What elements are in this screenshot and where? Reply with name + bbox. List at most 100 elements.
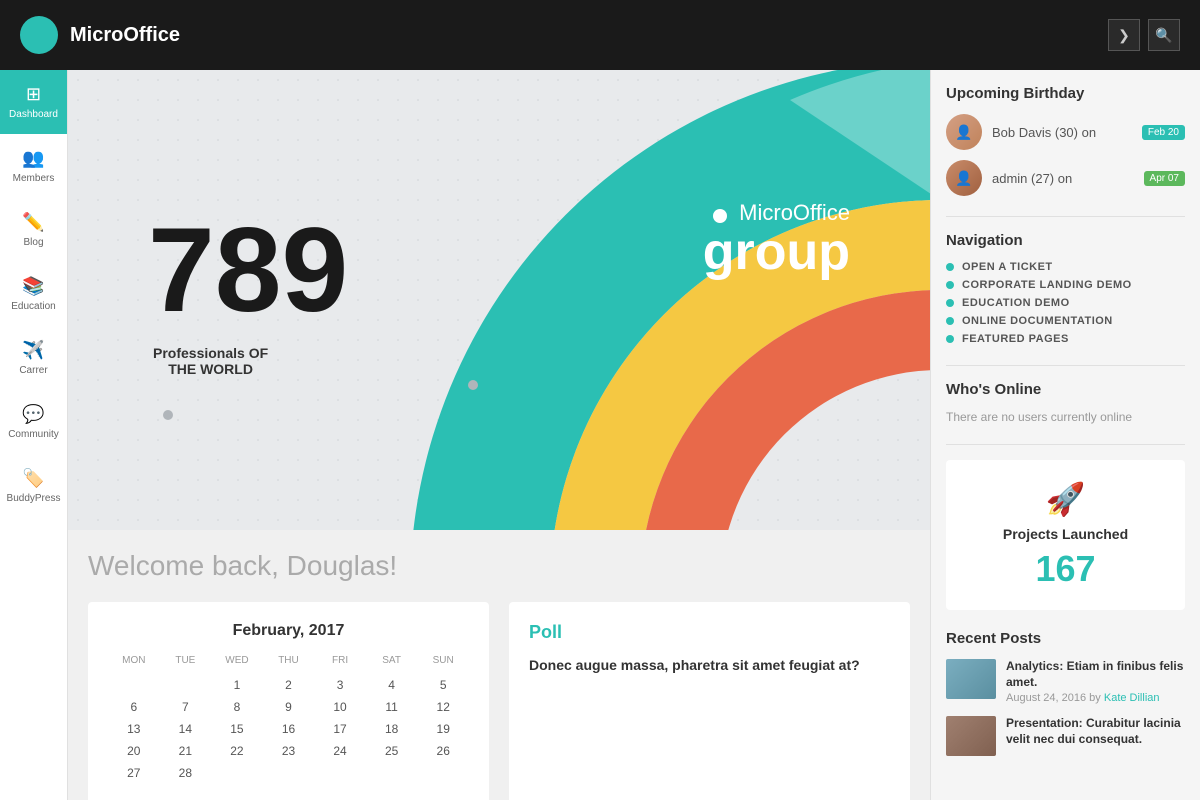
logo-text: MicroOffice (70, 24, 180, 47)
calendar-week-4: 20 21 22 23 24 25 26 (108, 740, 469, 762)
post-title-2: Presentation: Curabitur lacinia velit ne… (1006, 716, 1185, 747)
nav-label-5: FEATURED PAGES (962, 333, 1069, 345)
calendar-header: mon tue wed thu fri sat sun (108, 655, 469, 666)
birthday-avatar-1: 👤 (946, 114, 982, 150)
projects-number: 167 (966, 548, 1165, 590)
nav-dot-2 (946, 281, 954, 289)
cal-header-sun: sun (417, 655, 469, 666)
dashboard-icon: ⊞ (26, 84, 41, 105)
sidebar-item-education[interactable]: 📚 Education (0, 262, 67, 326)
birthday-avatar-2: 👤 (946, 160, 982, 196)
welcome-text: Welcome back, Douglas! (88, 550, 910, 582)
poll-question: Donec augue massa, pharetra sit amet feu… (529, 655, 890, 676)
buddypress-icon: 🏷️ (22, 468, 44, 489)
poll-card: Poll Donec augue massa, pharetra sit ame… (509, 602, 910, 800)
sidebar-item-members[interactable]: 👥 Members (0, 134, 67, 198)
forward-button[interactable]: ❯ (1108, 19, 1140, 51)
map-dot-2 (163, 410, 173, 420)
post-meta-1: August 24, 2016 by Kate Dillian (1006, 692, 1185, 704)
calendar-week-3: 13 14 15 16 17 18 19 (108, 718, 469, 740)
sidebar-item-carrer[interactable]: ✈️ Carrer (0, 326, 67, 390)
nav-link-education[interactable]: EDUCATION DEMO (946, 297, 1185, 309)
cal-header-fri: fri (314, 655, 366, 666)
nav-link-ticket[interactable]: OPEN A TICKET (946, 261, 1185, 273)
calendar-week-5: 27 28 - - - - - (108, 762, 469, 784)
hero-banner: 789 Professionals OF THE WORLD (68, 70, 930, 530)
birthday-badge-1: Feb 20 (1142, 125, 1185, 140)
search-button[interactable]: 🔍 (1148, 19, 1180, 51)
cal-header-sat: sat (366, 655, 418, 666)
brand-dot (713, 209, 727, 223)
calendar-week-1: - - 1 2 3 4 5 (108, 674, 469, 696)
calendar-card: February, 2017 mon tue wed thu fri sat s… (88, 602, 489, 800)
main-layout: ⊞ Dashboard 👥 Members ✏️ Blog 📚 Educatio… (0, 70, 1200, 800)
right-sidebar: Upcoming Birthday 👤 Bob Davis (30) on Fe… (930, 70, 1200, 800)
header: MicroOffice ❯ 🔍 (0, 0, 1200, 70)
recent-posts-title: Recent Posts (946, 630, 1185, 647)
divider-3 (946, 444, 1185, 445)
cards-row: February, 2017 mon tue wed thu fri sat s… (68, 602, 930, 800)
post-thumb-2 (946, 716, 996, 756)
sidebar-item-buddypress[interactable]: 🏷️ BuddyPress (0, 454, 67, 518)
recent-posts-section: Recent Posts Analytics: Etiam in finibus… (946, 630, 1185, 756)
community-icon: 💬 (22, 404, 44, 425)
nav-label-3: EDUCATION DEMO (962, 297, 1070, 309)
sidebar: ⊞ Dashboard 👥 Members ✏️ Blog 📚 Educatio… (0, 70, 68, 800)
birthday-name-2: admin (27) on (992, 171, 1072, 186)
online-section: Who's Online There are no users currentl… (946, 381, 1185, 424)
cal-header-tue: tue (160, 655, 212, 666)
radial-chart (410, 70, 930, 530)
nav-dot-4 (946, 317, 954, 325)
main-content: 789 Professionals OF THE WORLD (68, 70, 930, 800)
calendar-title: February, 2017 (108, 622, 469, 640)
members-icon: 👥 (22, 148, 44, 169)
welcome-section: Welcome back, Douglas! (68, 530, 930, 582)
navigation-title: Navigation (946, 232, 1185, 249)
birthday-item-2: 👤 admin (27) on Apr 07 (946, 160, 1185, 196)
nav-label-4: ONLINE DOCUMENTATION (962, 315, 1113, 327)
rocket-icon: 🚀 (966, 480, 1165, 518)
cal-header-mon: mon (108, 655, 160, 666)
birthday-title: Upcoming Birthday (946, 85, 1185, 102)
brand-label: MicroOffice group (703, 200, 850, 278)
nav-dot-3 (946, 299, 954, 307)
birthday-section: Upcoming Birthday 👤 Bob Davis (30) on Fe… (946, 85, 1185, 196)
nav-label-2: CORPORATE LANDING DEMO (962, 279, 1132, 291)
post-title-1: Analytics: Etiam in finibus felis amet. (1006, 659, 1185, 690)
nav-dot-5 (946, 335, 954, 343)
logo-area: MicroOffice (20, 16, 180, 54)
online-empty-text: There are no users currently online (946, 410, 1185, 424)
sidebar-item-blog[interactable]: ✏️ Blog (0, 198, 67, 262)
projects-label: Projects Launched (966, 526, 1165, 542)
nav-link-corporate[interactable]: CORPORATE LANDING DEMO (946, 279, 1185, 291)
calendar-week-2: 6 7 8 9 10 11 12 (108, 696, 469, 718)
logo-icon (20, 16, 58, 54)
map-dot-3 (468, 380, 478, 390)
cal-header-thu: thu (263, 655, 315, 666)
post-item-1[interactable]: Analytics: Etiam in finibus felis amet. … (946, 659, 1185, 704)
sidebar-item-dashboard[interactable]: ⊞ Dashboard (0, 70, 67, 134)
nav-dot-1 (946, 263, 954, 271)
birthday-badge-2: Apr 07 (1144, 171, 1185, 186)
navigation-section: Navigation OPEN A TICKET CORPORATE LANDI… (946, 232, 1185, 345)
nav-link-featured[interactable]: FEATURED PAGES (946, 333, 1185, 345)
cal-header-wed: wed (211, 655, 263, 666)
hero-big-number: 789 (148, 210, 348, 330)
birthday-name-1: Bob Davis (30) on (992, 125, 1096, 140)
projects-card: 🚀 Projects Launched 167 (946, 460, 1185, 610)
carrer-icon: ✈️ (22, 340, 44, 361)
nav-label-1: OPEN A TICKET (962, 261, 1053, 273)
education-icon: 📚 (22, 276, 44, 297)
blog-icon: ✏️ (22, 212, 44, 233)
poll-title: Poll (529, 622, 890, 643)
header-icons: ❯ 🔍 (1108, 19, 1180, 51)
online-title: Who's Online (946, 381, 1185, 398)
post-item-2[interactable]: Presentation: Curabitur lacinia velit ne… (946, 716, 1185, 756)
birthday-item-1: 👤 Bob Davis (30) on Feb 20 (946, 114, 1185, 150)
post-thumb-1 (946, 659, 996, 699)
calendar-grid: mon tue wed thu fri sat sun - - 1 2 3 (108, 655, 469, 784)
divider-2 (946, 365, 1185, 366)
sidebar-item-community[interactable]: 💬 Community (0, 390, 67, 454)
nav-link-docs[interactable]: ONLINE DOCUMENTATION (946, 315, 1185, 327)
hero-pro-text: Professionals OF THE WORLD (153, 345, 268, 377)
